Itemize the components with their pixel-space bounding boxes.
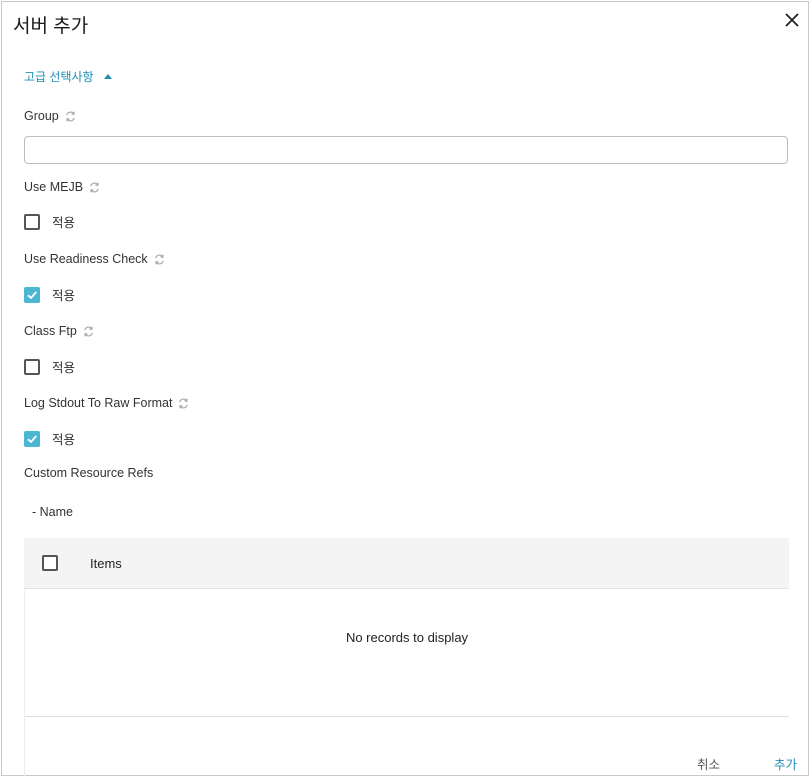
add-button[interactable]: 추가 <box>774 754 797 773</box>
advanced-options-toggle[interactable]: 고급 선택사항 <box>24 68 112 85</box>
use-mejb-checkbox-row[interactable]: 적용 <box>24 212 75 231</box>
close-icon <box>785 13 799 27</box>
cancel-button[interactable]: 취소 <box>697 754 720 773</box>
close-button[interactable] <box>782 10 802 30</box>
checkmark-icon <box>27 434 37 443</box>
refresh-icon[interactable] <box>177 397 190 410</box>
use-mejb-option-label: 적용 <box>52 216 76 230</box>
advanced-options-label: 고급 선택사항 <box>24 70 94 84</box>
log-stdout-label-text: Log Stdout To Raw Format <box>24 396 173 410</box>
log-stdout-option-label: 적용 <box>52 433 76 447</box>
refresh-icon[interactable] <box>153 253 166 266</box>
class-ftp-label: Class Ftp <box>24 324 95 338</box>
select-all-checkbox[interactable] <box>42 555 58 571</box>
caret-up-icon <box>103 74 112 79</box>
custom-resource-refs-label-text: Custom Resource Refs <box>24 466 154 480</box>
table-body: No records to display <box>24 590 789 717</box>
use-mejb-checkbox[interactable] <box>24 213 40 230</box>
use-readiness-check-label: Use Readiness Check <box>24 252 166 266</box>
items-table: Items No records to display <box>24 538 789 718</box>
use-mejb-label-text: Use MEJB <box>24 180 84 194</box>
refresh-icon[interactable] <box>88 181 101 194</box>
use-readiness-check-checkbox[interactable] <box>24 286 40 303</box>
name-sub-label: - Name <box>32 505 73 519</box>
checkmark-icon <box>27 290 37 299</box>
custom-resource-refs-label: Custom Resource Refs <box>24 466 153 480</box>
divider <box>24 718 25 776</box>
class-ftp-checkbox[interactable] <box>24 358 40 375</box>
group-label: Group <box>24 109 77 123</box>
class-ftp-option-label: 적용 <box>52 361 76 375</box>
refresh-icon[interactable] <box>82 325 95 338</box>
use-readiness-check-checkbox-row[interactable]: 적용 <box>24 285 75 304</box>
dialog-title: 서버 추가 <box>13 16 89 37</box>
empty-message: No records to display <box>345 630 469 645</box>
use-readiness-check-label-text: Use Readiness Check <box>24 252 148 266</box>
use-readiness-check-option-label: 적용 <box>52 289 76 303</box>
class-ftp-checkbox-row[interactable]: 적용 <box>24 357 75 376</box>
log-stdout-checkbox[interactable] <box>24 430 40 447</box>
class-ftp-label-text: Class Ftp <box>24 324 77 338</box>
use-mejb-label: Use MEJB <box>24 180 101 194</box>
table-header: Items <box>24 538 789 589</box>
column-header-items[interactable]: Items <box>90 556 122 571</box>
log-stdout-label: Log Stdout To Raw Format <box>24 396 190 410</box>
log-stdout-checkbox-row[interactable]: 적용 <box>24 429 75 448</box>
group-label-text: Group <box>24 109 59 123</box>
refresh-icon[interactable] <box>64 110 77 123</box>
group-input[interactable] <box>24 136 788 164</box>
add-server-dialog: 서버 추가 고급 선택사항 Group Use MEJB 적용 Use Read… <box>1 1 809 776</box>
